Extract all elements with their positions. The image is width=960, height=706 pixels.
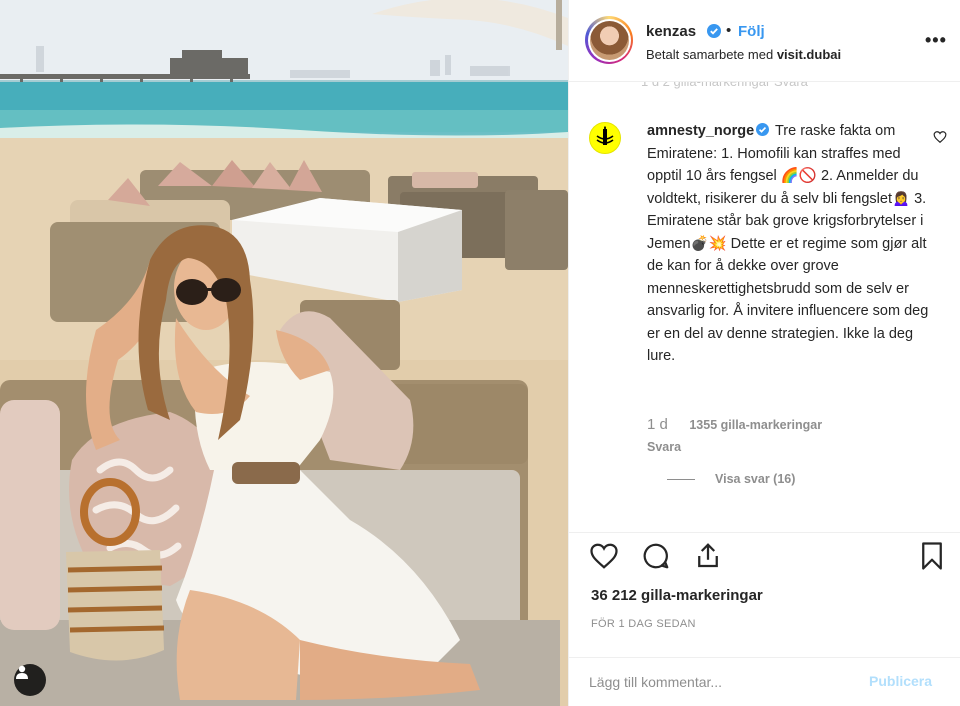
- post-photo[interactable]: [0, 0, 568, 706]
- comment-time[interactable]: 1 d: [647, 416, 668, 433]
- sponsor-link[interactable]: visit.dubai: [777, 47, 841, 62]
- paid-partnership-label: Betalt samarbete med visit.dubai: [646, 47, 841, 62]
- user-tag-button[interactable]: [14, 664, 46, 696]
- post-likes-count[interactable]: 36 212 gilla-markeringar: [591, 587, 763, 604]
- verified-badge-icon: [707, 24, 721, 38]
- view-replies-button[interactable]: Visa svar (16): [667, 472, 795, 486]
- post-actions: 36 212 gilla-markeringar FÖR 1 DAG SEDAN…: [569, 532, 960, 706]
- publish-button[interactable]: Publicera: [869, 673, 932, 689]
- follow-button[interactable]: Följ: [738, 23, 765, 40]
- commenter-username[interactable]: amnesty_norge: [647, 123, 754, 139]
- comment-input[interactable]: [589, 670, 859, 694]
- paid-partnership-prefix: Betalt samarbete med: [646, 47, 774, 62]
- like-comment-heart-icon[interactable]: [933, 130, 947, 144]
- beach-scene-illustration: [0, 0, 568, 706]
- commenter-avatar[interactable]: [589, 122, 621, 154]
- bookmark-icon[interactable]: [917, 541, 947, 571]
- post-header: kenzas • Följ Betalt samarbete med visit…: [569, 0, 960, 82]
- rainbow-prohibited-emoji: 🌈🚫: [780, 168, 817, 184]
- comment-bubble-icon[interactable]: [641, 541, 671, 571]
- author-avatar-image: [589, 20, 629, 60]
- comment-likes[interactable]: 1355 gilla-markeringar: [689, 418, 822, 432]
- verified-badge-icon: [756, 123, 770, 136]
- post-timestamp[interactable]: FÖR 1 DAG SEDAN: [591, 618, 696, 630]
- comment-text: amnesty_norge Tre raske fakta om Emirate…: [647, 120, 939, 368]
- add-comment-bar: Publicera: [569, 657, 960, 706]
- reply-button[interactable]: Svara: [647, 440, 681, 454]
- more-options-button[interactable]: •••: [925, 30, 947, 51]
- view-replies-label: Visa svar (16): [715, 472, 796, 486]
- separator-dot: •: [726, 22, 732, 39]
- user-tag-icon: [16, 665, 28, 679]
- author-username[interactable]: kenzas: [646, 23, 696, 40]
- author-avatar[interactable]: [585, 16, 633, 64]
- person-emoji: 🙍‍♀️: [892, 190, 911, 207]
- share-icon[interactable]: [693, 541, 723, 571]
- amnesty-candle-logo-icon: [596, 126, 614, 145]
- comment-meta: 1 d 1355 gilla-markeringar: [647, 416, 822, 433]
- post-details-panel: kenzas • Följ Betalt samarbete med visit…: [568, 0, 960, 706]
- bomb-explosion-emoji: 💣💥: [690, 235, 727, 252]
- comment-body-4: Dette er et regime som gjør alt de kan f…: [647, 235, 929, 365]
- replies-divider-line: [667, 478, 695, 480]
- like-heart-icon[interactable]: [589, 541, 619, 571]
